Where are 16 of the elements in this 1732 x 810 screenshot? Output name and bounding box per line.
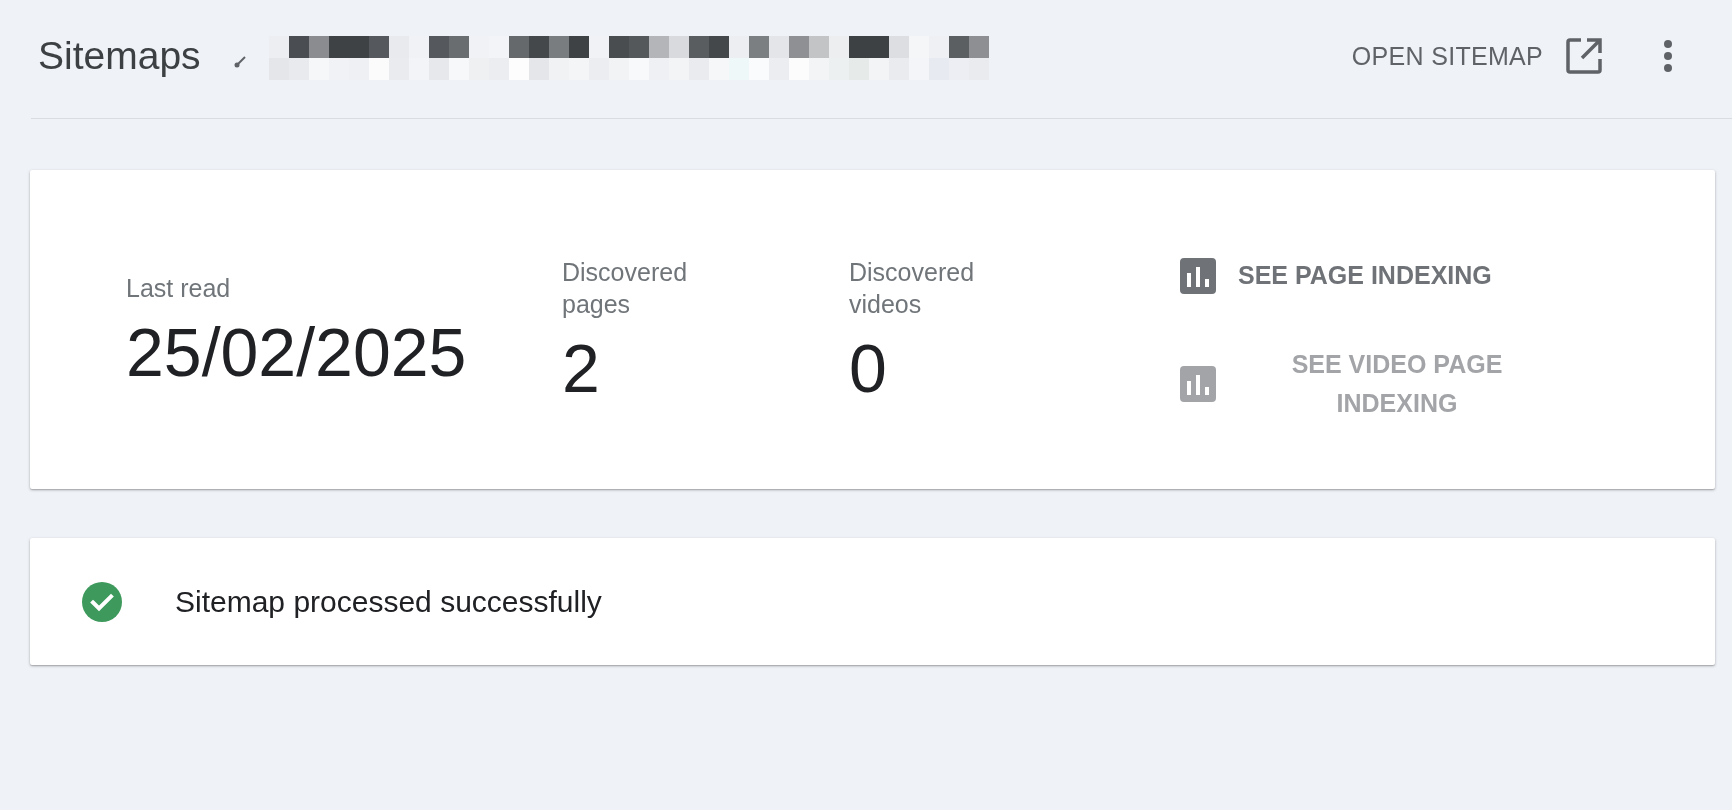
report-link-button[interactable]: SEE PAGE INDEXING xyxy=(1180,256,1492,295)
diagonal-mark-icon xyxy=(233,56,246,68)
stat-value: 0 xyxy=(849,331,888,404)
page-title: Sitemaps xyxy=(38,34,201,78)
stat-value: 25/02/2025 xyxy=(126,315,468,388)
stat-label: Discovered pages xyxy=(562,256,689,320)
more-vert-icon xyxy=(1663,39,1673,73)
stat-label: Last read xyxy=(126,272,232,304)
bar-chart-icon xyxy=(1180,366,1216,402)
stat-value: 2 xyxy=(562,331,601,404)
open-in-new-icon xyxy=(1565,37,1603,75)
bar-chart-icon xyxy=(1180,257,1216,294)
open-sitemap-button[interactable]: OPEN SITEMAP xyxy=(1351,33,1603,79)
stat-label: Discovered videos xyxy=(849,256,976,320)
success-check-icon xyxy=(82,581,122,622)
status-message: Sitemap processed successfully xyxy=(175,584,602,619)
